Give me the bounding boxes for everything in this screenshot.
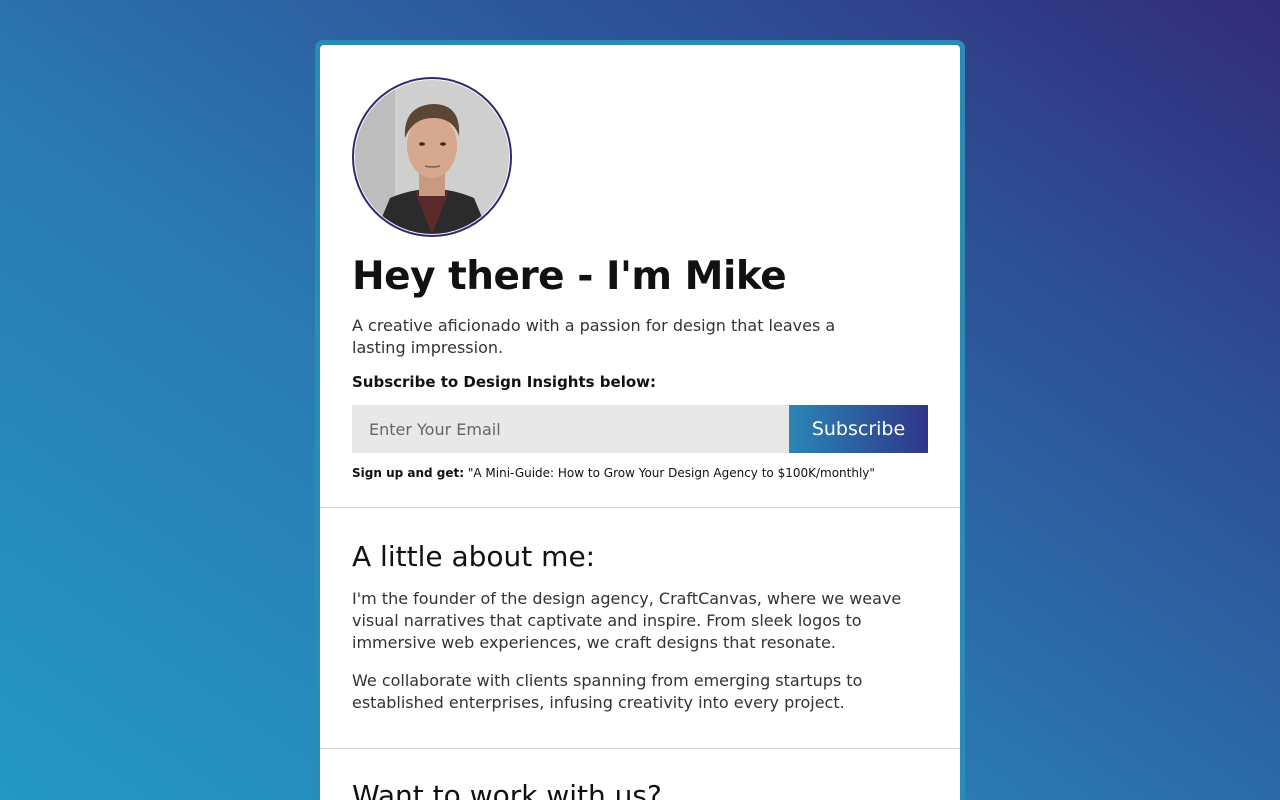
work-title: Want to work with us? (352, 779, 662, 800)
tagline: A creative aficionado with a passion for… (352, 316, 836, 357)
about-title: A little about me: (352, 540, 596, 573)
profile-card-frame: Hey there - I'm Mike A creative aficiona… (315, 40, 965, 800)
avatar (352, 77, 512, 237)
subscribe-button[interactable]: Subscribe (789, 405, 928, 453)
work-section: Want to work with us? (320, 749, 960, 800)
page-title: Hey there - I'm Mike (352, 254, 787, 299)
signup-note: Sign up and get: "A Mini-Guide: How to G… (352, 465, 928, 481)
signup-offer: "A Mini-Guide: How to Grow Your Design A… (464, 466, 875, 480)
signup-prefix: Sign up and get: (352, 466, 465, 480)
hero-section: Hey there - I'm Mike A creative aficiona… (320, 45, 960, 508)
subscribe-form: Subscribe (352, 405, 928, 453)
profile-card: Hey there - I'm Mike A creative aficiona… (320, 45, 960, 800)
email-input[interactable] (352, 405, 789, 453)
about-section: A little about me: I'm the founder of th… (320, 508, 960, 749)
about-paragraph-2: We collaborate with clients spanning fro… (352, 671, 863, 712)
avatar-photo (355, 80, 509, 234)
subscribe-label: Subscribe to Design Insights below: (352, 373, 657, 391)
about-paragraph-1: I'm the founder of the design agency, Cr… (352, 589, 902, 652)
